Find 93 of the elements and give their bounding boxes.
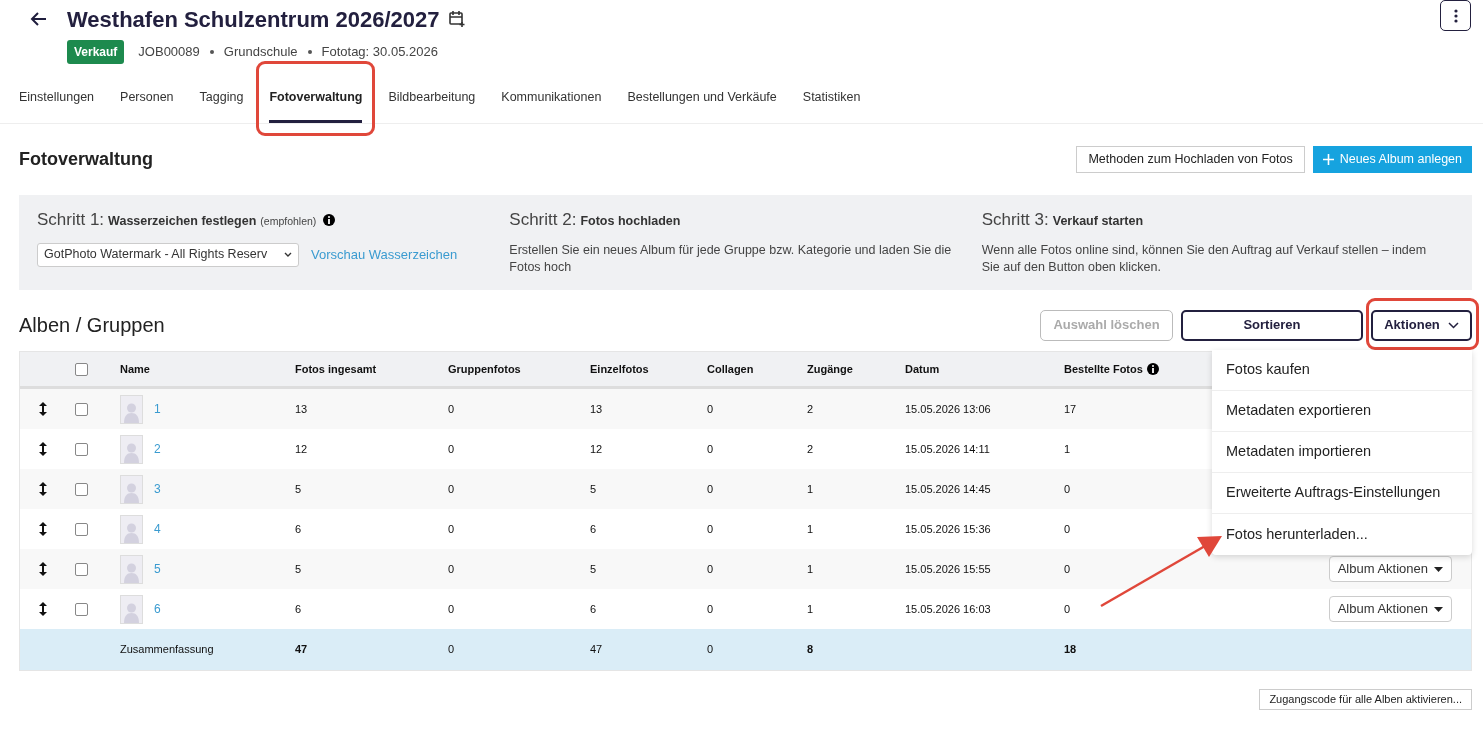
step-label: Schritt 1:	[37, 209, 105, 231]
photo-day: Fototag: 30.05.2026	[321, 42, 438, 62]
step-label: Schritt 3:	[981, 209, 1049, 231]
step-title: Fotos hochladen	[580, 213, 681, 230]
table-cell-text: 1	[1064, 441, 1072, 457]
table-cell-text: 0	[448, 521, 456, 537]
table-cell-text: 13	[590, 401, 604, 417]
table-cell-text: 6	[590, 521, 598, 537]
table-cell-text: 47	[295, 642, 309, 658]
menu-item[interactable]: Fotos herunterladen...	[1212, 514, 1472, 555]
tab[interactable]: Fotoverwaltung	[269, 81, 363, 123]
watermark-select[interactable]: GotPhoto Watermark - All Rights Reserv	[37, 242, 299, 267]
actions-button[interactable]: Aktionen	[1371, 309, 1472, 341]
column-header: Gruppenfotos	[448, 361, 521, 377]
column-header: Zugänge	[807, 361, 853, 377]
album-actions-button[interactable]: Album Aktionen	[1328, 556, 1452, 582]
tab[interactable]: Bildbearbeitung	[388, 81, 476, 123]
table-cell-text: 0	[707, 441, 715, 457]
table-cell-text: 15.05.2026 14:45	[905, 481, 992, 497]
table-cell-text: 0	[448, 401, 456, 417]
table-cell-text: 6	[295, 601, 303, 617]
page-title: Westhafen Schulzentrum 2026/2027	[67, 5, 440, 34]
table-cell-text: 15.05.2026 13:06	[905, 401, 992, 417]
table-cell-text: 2	[807, 401, 815, 417]
summary-label: Zusammenfassung	[120, 642, 215, 658]
table-cell-text: 15.05.2026 16:03	[905, 601, 992, 617]
step-title: Verkauf starten	[1052, 213, 1144, 230]
table-cell-text: 15.05.2026 15:36	[905, 521, 992, 537]
table-cell-text: 0	[707, 601, 715, 617]
table-cell-text: 0	[448, 642, 456, 658]
table-cell-text: 5	[295, 481, 303, 497]
table-cell-text: 1	[807, 481, 815, 497]
table-cell-text: 15.05.2026 15:55	[905, 561, 992, 577]
step-description: Wenn alle Fotos online sind, können Sie den Auftrag auf Verkauf stellen – indem Sie auf den Button oben klicken.	[981, 241, 1428, 276]
menu-item[interactable]: Metadaten importieren	[1212, 432, 1472, 473]
table-cell-text: 12	[590, 441, 604, 457]
column-header: Einzelfotos	[590, 361, 649, 377]
column-header: Name	[120, 361, 150, 377]
step-title: Wasserzeichen festlegen	[108, 213, 257, 230]
table-cell-text: 0	[1064, 601, 1072, 617]
tab[interactable]: Bestellungen und Verkäufe	[627, 81, 777, 123]
step-note: (empfohlen)	[260, 214, 317, 229]
tab[interactable]: Personen	[120, 81, 174, 123]
section-title: Fotoverwaltung	[19, 148, 153, 171]
job-id: JOB00089	[138, 43, 200, 62]
table-cell-text: 1	[807, 561, 815, 577]
table-cell-text: 2	[807, 441, 815, 457]
table-cell-text: 0	[707, 481, 715, 497]
table-cell-text: 6	[295, 521, 303, 537]
table-cell-text: 8	[807, 642, 815, 658]
table-cell-text: 5	[590, 561, 598, 577]
step-label: Schritt 2:	[509, 209, 577, 231]
table-cell-text: 0	[448, 441, 456, 457]
table-cell-text: 0	[707, 401, 715, 417]
table-cell-text: 0	[707, 521, 715, 537]
menu-item[interactable]: Metadaten exportieren	[1212, 391, 1472, 432]
table-cell-text: 0	[707, 642, 715, 658]
table-cell-text: 17	[1064, 401, 1078, 417]
table-cell-text: 0	[1064, 561, 1072, 577]
table-cell-text: 0	[1064, 521, 1072, 537]
table-cell-text: 5	[295, 561, 303, 577]
table-cell-text: 0	[1064, 481, 1072, 497]
column-header: Bestellte Fotos	[1064, 361, 1143, 377]
column-header: Fotos ingesamt	[295, 361, 377, 377]
table-cell-text: 12	[295, 441, 309, 457]
table-cell-text: 18	[1064, 642, 1078, 658]
table-cell-text: 13	[295, 401, 309, 417]
tab[interactable]: Einstellungen	[19, 81, 95, 123]
table-cell-text: 0	[707, 561, 715, 577]
column-header: Datum	[905, 361, 940, 377]
menu-item[interactable]: Erweiterte Auftrags-Einstellungen	[1212, 473, 1472, 514]
table-cell-text: 0	[448, 561, 456, 577]
school-type: Grundschule	[223, 43, 298, 62]
status-badge: Verkauf	[67, 40, 125, 64]
albums-title: Alben / Gruppen	[19, 313, 165, 338]
table-cell-text: 47	[590, 642, 604, 658]
table-cell-text: 5	[590, 481, 598, 497]
sort-button[interactable]: Sortieren	[1181, 309, 1363, 341]
menu-item[interactable]: Fotos kaufen	[1212, 350, 1472, 391]
table-cell-text: 1	[807, 521, 815, 537]
album-actions-button[interactable]: Album Aktionen	[1328, 596, 1452, 622]
upload-methods-button[interactable]: Methoden zum Hochladen von Fotos	[1076, 146, 1305, 173]
table-cell-text: 0	[448, 601, 456, 617]
tab[interactable]: Statistiken	[802, 81, 861, 123]
table-cell-text: 6	[590, 601, 598, 617]
table-cell-text: 0	[448, 481, 456, 497]
table-cell-text: 15.05.2026 14:11	[905, 441, 991, 457]
column-header: Collagen	[707, 361, 754, 377]
table-cell-text: 1	[807, 601, 815, 617]
tab[interactable]: Kommunikationen	[501, 81, 602, 123]
step-description: Erstellen Sie ein neues Album für jede Gruppe bzw. Kategorie und laden Sie die Fotos hoch	[509, 241, 953, 276]
activate-access-codes-button[interactable]: Zugangscode für alle Alben aktivieren...	[1259, 689, 1472, 710]
tab[interactable]: Tagging	[199, 81, 244, 123]
